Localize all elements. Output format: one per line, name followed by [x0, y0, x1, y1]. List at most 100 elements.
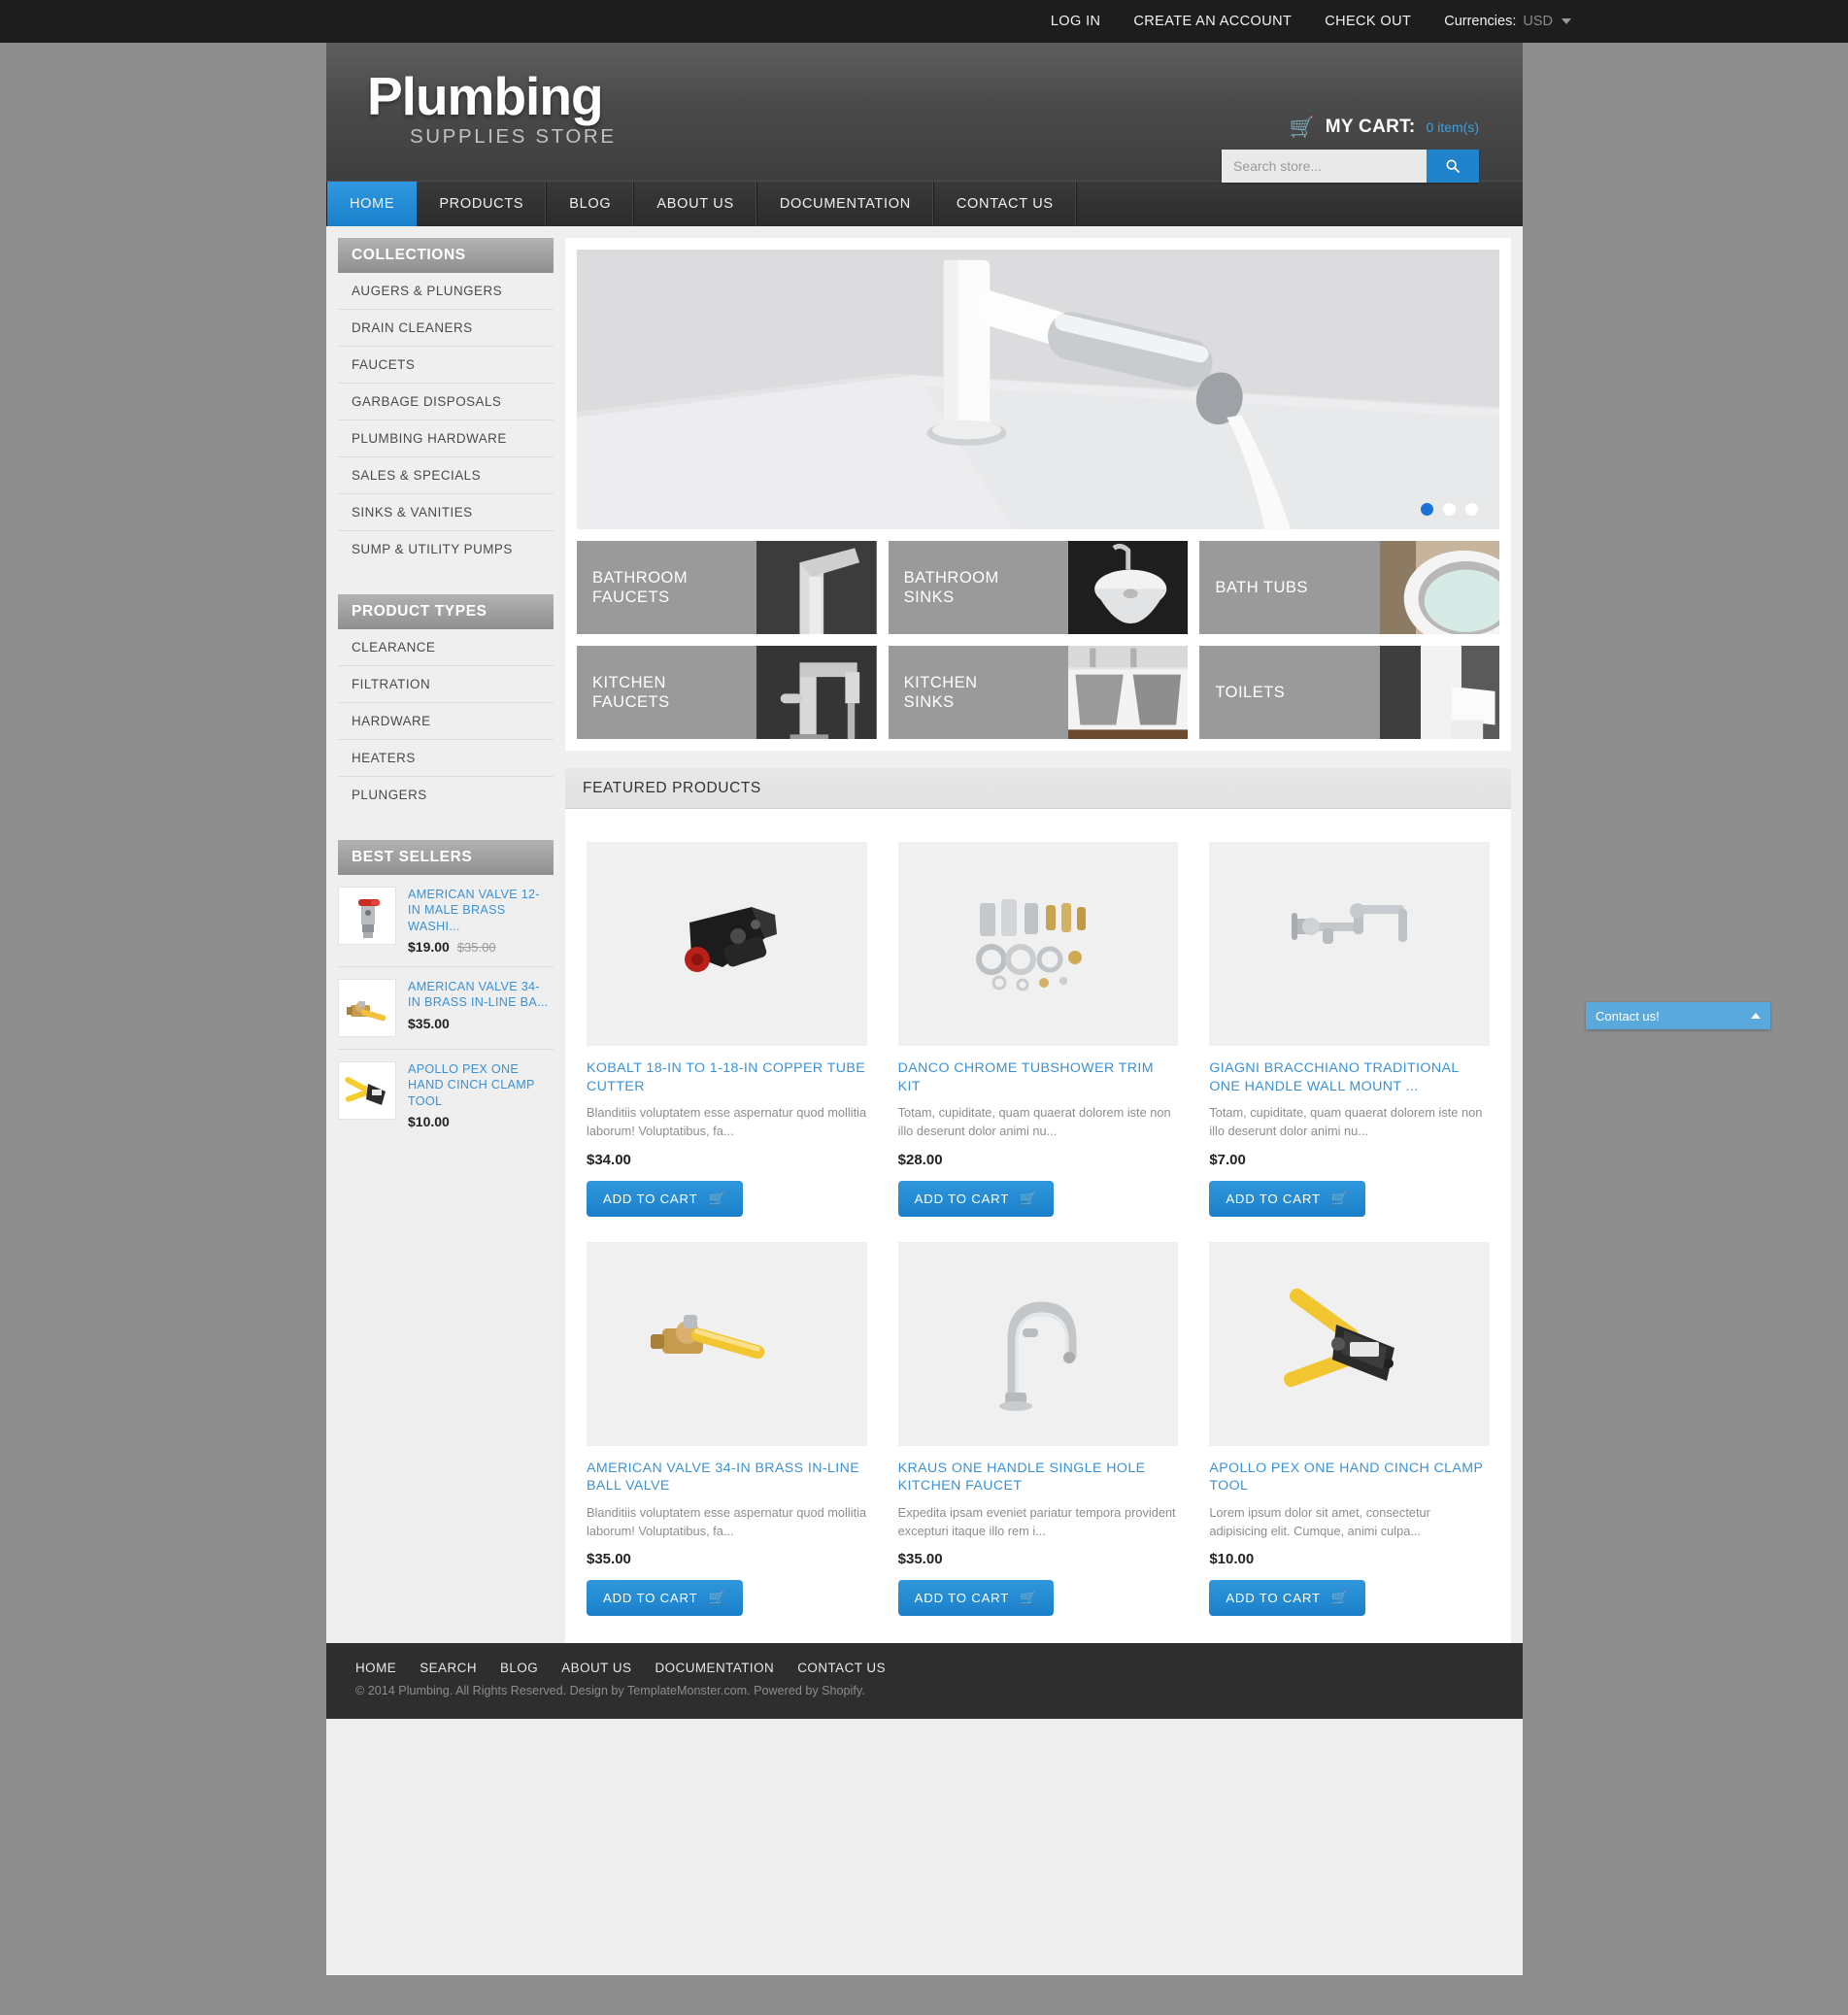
contact-us-widget[interactable]: Contact us! — [1586, 1002, 1770, 1029]
footer-link-home[interactable]: HOME — [355, 1661, 396, 1675]
add-to-cart-label: ADD TO CART — [603, 1191, 698, 1206]
product-image[interactable] — [897, 842, 1179, 1046]
product-title[interactable]: KRAUS ONE HANDLE SINGLE HOLE KITCHEN FAU… — [898, 1460, 1179, 1495]
product-card: GIAGNI BRACCHIANO TRADITIONAL ONE HANDLE… — [1209, 842, 1490, 1217]
chevron-up-icon[interactable] — [1751, 1013, 1761, 1019]
tile-label-line2: SINKS — [903, 693, 955, 711]
sidebar-item-sinks-vanities[interactable]: SINKS & VANITIES — [338, 494, 554, 530]
sidebar-item-sump-utility-pumps[interactable]: SUMP & UTILITY PUMPS — [338, 531, 554, 567]
product-image[interactable] — [587, 1241, 867, 1446]
product-price: $19.00 — [408, 939, 450, 956]
price-row: $10.00 — [408, 1114, 552, 1129]
category-tile-bath-tubs[interactable]: BATH TUBS — [1199, 541, 1499, 634]
product-image[interactable] — [587, 842, 867, 1046]
best-seller-title[interactable]: AMERICAN VALVE 12-IN MALE BRASS WASHI... — [408, 887, 552, 934]
nav-item-contact-us[interactable]: CONTACT US — [934, 182, 1077, 226]
sidebar-item-plumbing-hardware[interactable]: PLUMBING HARDWARE — [338, 420, 554, 456]
product-title[interactable]: GIAGNI BRACCHIANO TRADITIONAL ONE HANDLE… — [1209, 1059, 1490, 1095]
yellow-cinch-tool-image — [339, 1062, 395, 1120]
sidebar-item-faucets[interactable]: FAUCETS — [338, 347, 554, 383]
featured-products-section: FEATURED PRODUCTS KOBALT 18-IN TO 1-18-I… — [565, 768, 1511, 1644]
footer-link-contact-us[interactable]: CONTACT US — [797, 1661, 886, 1675]
sidebar-item-heaters[interactable]: HEATERS — [338, 740, 554, 776]
add-to-cart-label: ADD TO CART — [603, 1591, 698, 1606]
category-tile-kitchen-sinks[interactable]: KITCHEN SINKS — [888, 646, 1189, 739]
list-item[interactable]: GARBAGE DISPOSALS — [338, 384, 554, 420]
hero-slider[interactable] — [577, 250, 1499, 529]
nav-item-products[interactable]: PRODUCTS — [417, 182, 548, 226]
footer-link-documentation[interactable]: DOCUMENTATION — [655, 1661, 774, 1675]
sidebar-item-drain-cleaners[interactable]: DRAIN CLEANERS — [338, 310, 554, 346]
sidebar-item-plungers[interactable]: PLUNGERS — [338, 777, 554, 813]
list-item[interactable]: AUGERS & PLUNGERS — [338, 273, 554, 310]
search-input[interactable] — [1222, 150, 1427, 183]
currency-label: Currencies: — [1444, 14, 1517, 29]
list-item[interactable]: AMERICAN VALVE 34-IN BRASS IN-LINE BA...… — [338, 967, 554, 1051]
contact-us-label: Contact us! — [1596, 1008, 1660, 1024]
create-account-link[interactable]: CREATE AN ACCOUNT — [1133, 14, 1292, 29]
sidebar-item-clearance[interactable]: CLEARANCE — [338, 629, 554, 665]
search-submit-button[interactable] — [1427, 150, 1479, 183]
sidebar-item-sales-specials[interactable]: SALES & SPECIALS — [338, 457, 554, 493]
list-item[interactable]: SINKS & VANITIES — [338, 494, 554, 531]
add-to-cart-button[interactable]: ADD TO CART 🛒 — [1209, 1180, 1366, 1217]
product-image[interactable] — [1209, 1241, 1490, 1446]
product-price: $34.00 — [587, 1151, 631, 1168]
product-image[interactable] — [1209, 842, 1490, 1046]
footer-link-about-us[interactable]: ABOUT US — [561, 1661, 631, 1675]
sidebar-item-filtration[interactable]: FILTRATION — [338, 666, 554, 702]
list-item[interactable]: SUMP & UTILITY PUMPS — [338, 531, 554, 567]
list-item[interactable]: APOLLO PEX ONE HAND CINCH CLAMP TOOL $10… — [338, 1050, 554, 1141]
nav-item-home[interactable]: HOME — [326, 182, 418, 226]
list-item[interactable]: PLUNGERS — [338, 777, 554, 813]
category-tile-bathroom-faucets[interactable]: BATHROOM FAUCETS — [577, 541, 877, 634]
list-item[interactable]: AMERICAN VALVE 12-IN MALE BRASS WASHI...… — [338, 875, 554, 968]
currency-selector[interactable]: Currencies: USD — [1444, 14, 1571, 29]
list-item[interactable]: CLEARANCE — [338, 629, 554, 666]
nav-item-documentation[interactable]: DOCUMENTATION — [757, 182, 934, 226]
tile-label: BATHROOM SINKS — [889, 568, 999, 607]
best-seller-title[interactable]: APOLLO PEX ONE HAND CINCH CLAMP TOOL — [408, 1061, 552, 1109]
slider-dot-1[interactable] — [1421, 503, 1433, 516]
list-item[interactable]: PLUMBING HARDWARE — [338, 420, 554, 457]
nav-item-about-us[interactable]: ABOUT US — [634, 182, 757, 226]
site-logo[interactable]: Plumbing SUPPLIES STORE — [367, 70, 617, 149]
product-title[interactable]: APOLLO PEX ONE HAND CINCH CLAMP TOOL — [1209, 1460, 1490, 1495]
add-to-cart-button[interactable]: ADD TO CART 🛒 — [587, 1180, 743, 1217]
footer-link-search[interactable]: SEARCH — [420, 1661, 477, 1675]
check-out-link[interactable]: CHECK OUT — [1325, 14, 1411, 29]
add-to-cart-button[interactable]: ADD TO CART 🛒 — [897, 1180, 1055, 1217]
footer-link-blog[interactable]: BLOG — [500, 1661, 538, 1675]
log-in-link[interactable]: LOG IN — [1051, 14, 1101, 29]
slider-dot-2[interactable] — [1443, 503, 1456, 516]
category-tile-kitchen-faucets[interactable]: KITCHEN FAUCETS — [577, 646, 877, 739]
shopping-cart-icon: 🛒 — [1020, 1590, 1038, 1606]
add-to-cart-button[interactable]: ADD TO CART 🛒 — [587, 1580, 743, 1617]
category-tile-bathroom-sinks[interactable]: BATHROOM SINKS — [888, 541, 1189, 634]
list-item[interactable]: SALES & SPECIALS — [338, 457, 554, 494]
sidebar-item-garbage-disposals[interactable]: GARBAGE DISPOSALS — [338, 384, 554, 420]
product-image[interactable] — [897, 1241, 1179, 1446]
add-to-cart-button[interactable]: ADD TO CART 🛒 — [897, 1580, 1055, 1617]
list-item[interactable]: FILTRATION — [338, 666, 554, 703]
collections-widget: COLLECTIONS AUGERS & PLUNGERS DRAIN CLEA… — [338, 238, 554, 567]
list-item[interactable]: HARDWARE — [338, 703, 554, 740]
list-item[interactable]: HEATERS — [338, 740, 554, 777]
nav-item-blog[interactable]: BLOG — [547, 182, 635, 226]
wall-mount-pot-filler-faucet-image — [1291, 903, 1407, 944]
product-title[interactable]: DANCO CHROME TUBSHOWER TRIM KIT — [898, 1059, 1179, 1095]
product-title[interactable]: AMERICAN VALVE 34-IN BRASS IN-LINE BALL … — [587, 1460, 867, 1495]
slider-dot-3[interactable] — [1465, 503, 1478, 516]
add-to-cart-button[interactable]: ADD TO CART 🛒 — [1209, 1580, 1366, 1617]
category-tile-toilets[interactable]: TOILETS — [1199, 646, 1499, 739]
list-item[interactable]: FAUCETS — [338, 347, 554, 384]
sidebar: COLLECTIONS AUGERS & PLUNGERS DRAIN CLEA… — [338, 238, 554, 1643]
sidebar-item-hardware[interactable]: HARDWARE — [338, 703, 554, 739]
product-thumbnail — [338, 1061, 396, 1121]
product-title[interactable]: KOBALT 18-IN TO 1-18-IN COPPER TUBE CUTT… — [587, 1059, 867, 1095]
best-seller-title[interactable]: AMERICAN VALVE 34-IN BRASS IN-LINE BA... — [408, 979, 552, 1011]
chrome-gooseneck-kitchen-faucet-image — [998, 1301, 1077, 1411]
sidebar-item-augers-plungers[interactable]: AUGERS & PLUNGERS — [338, 273, 554, 309]
list-item[interactable]: DRAIN CLEANERS — [338, 310, 554, 347]
mini-cart[interactable]: 🛒 MY CART: 0 item(s) — [1290, 117, 1479, 138]
